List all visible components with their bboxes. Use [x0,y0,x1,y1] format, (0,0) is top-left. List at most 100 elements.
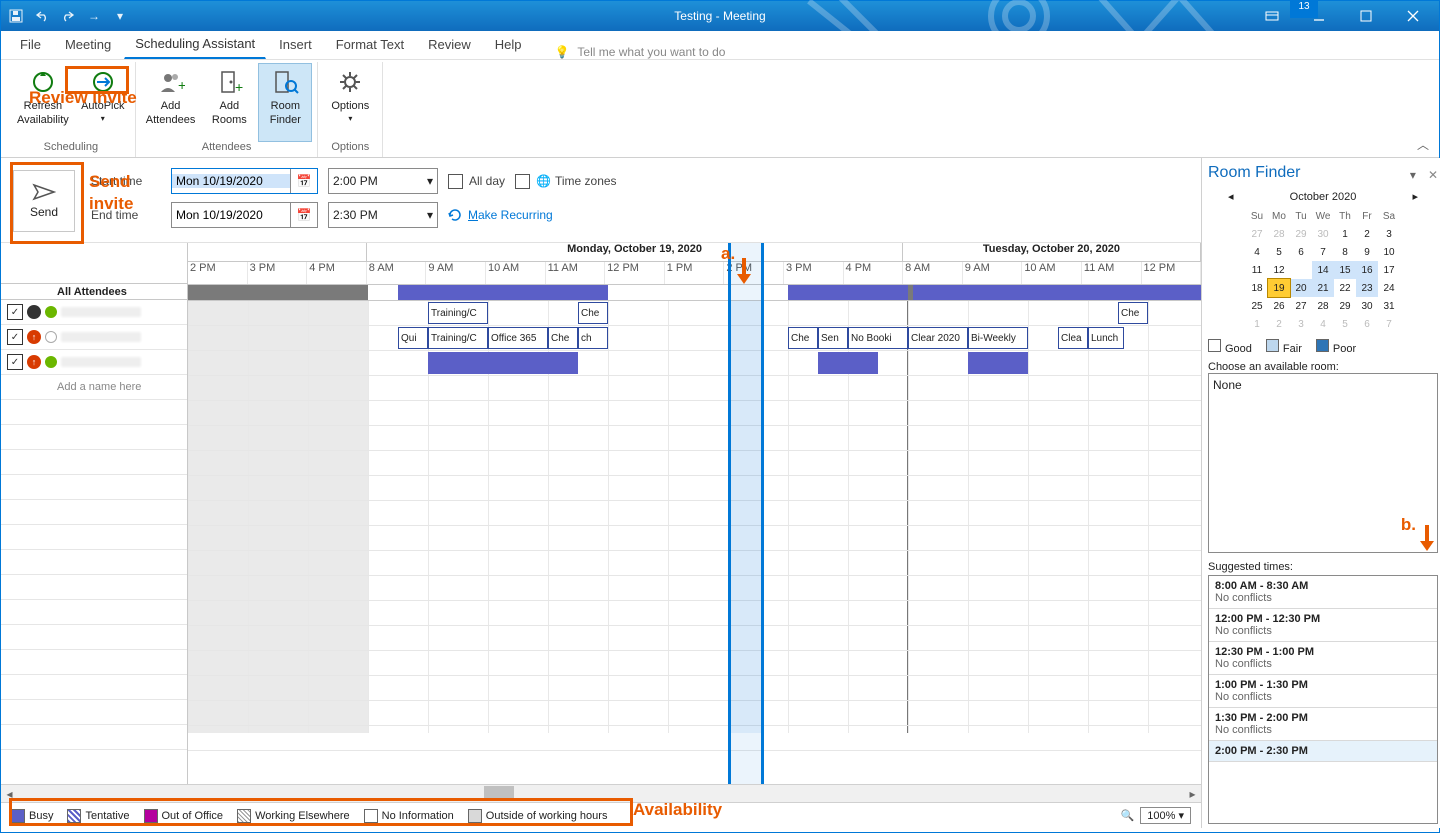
globe-icon: 🌐 [536,174,551,188]
timezones-checkbox[interactable]: 🌐Time zones [515,174,617,189]
ribbon-display-icon[interactable] [1249,1,1294,31]
mini-cal-day[interactable]: 6 [1290,243,1312,261]
tab-review[interactable]: Review [417,32,482,59]
mini-cal-day[interactable]: 16 [1356,261,1378,279]
send-button[interactable]: Send [13,170,75,232]
mini-cal-day[interactable]: 4 [1246,243,1268,261]
mini-cal-day[interactable]: 5 [1268,243,1290,261]
mini-cal-day[interactable]: 19 [1268,279,1290,297]
mini-cal-day[interactable]: 23 [1356,279,1378,297]
mini-cal-day[interactable]: 1 [1246,315,1268,333]
mini-cal-day[interactable]: 5 [1334,315,1356,333]
mini-cal-day[interactable]: 18 [1246,279,1268,297]
add-attendees-button[interactable]: +AddAttendees [142,64,200,141]
tab-format-text[interactable]: Format Text [325,32,415,59]
mini-cal-day[interactable]: 15 [1334,261,1356,279]
tab-file[interactable]: File [9,32,52,59]
close-icon[interactable]: ✕ [1428,168,1438,182]
prev-month-icon[interactable]: ◂ [1228,190,1234,203]
mini-cal-day[interactable]: 7 [1312,243,1334,261]
room-finder-button[interactable]: RoomFinder [258,63,312,142]
ribbon: RefreshAvailabilityAutoPick▾Scheduling+A… [1,60,1439,158]
mini-cal-day[interactable]: 27 [1246,225,1268,243]
tab-help[interactable]: Help [484,32,533,59]
close-button[interactable] [1390,1,1435,31]
mini-cal-day[interactable]: 10 [1378,243,1400,261]
room-list[interactable]: None [1208,373,1438,553]
next-month-icon[interactable]: ▸ [1412,190,1418,203]
scheduling-pane: Send Start time 📅 2:00 PM▾ All day 🌐Time… [1,158,1201,828]
mini-cal-day[interactable]: 1 [1334,225,1356,243]
autopick-button[interactable]: AutoPick▾ [77,64,129,141]
suggested-time[interactable]: 12:00 PM - 12:30 PMNo conflicts [1209,609,1437,642]
mini-cal-day[interactable]: 24 [1378,279,1400,297]
options-button[interactable]: Options▾ [324,64,376,141]
attendee-row[interactable]: ✓ [1,300,187,325]
zoom-select[interactable]: 100% ▾ [1140,807,1191,824]
mini-cal-day[interactable]: 11 [1246,261,1268,279]
availability-grid[interactable]: Monday, October 19, 2020Tuesday, October… [188,243,1201,784]
dropdown-icon[interactable]: ▾ [1410,168,1416,182]
window-title: Testing - Meeting [1,9,1439,23]
calendar-icon[interactable]: 📅 [290,203,317,227]
svg-text:+: + [235,79,243,95]
mini-cal-day[interactable]: 8 [1334,243,1356,261]
allday-checkbox[interactable]: All day [448,174,505,189]
maximize-button[interactable] [1343,1,1388,31]
suggested-time[interactable]: 12:30 PM - 1:00 PMNo conflicts [1209,642,1437,675]
tab-meeting[interactable]: Meeting [54,32,122,59]
choose-room-label: Choose an available room: [1208,361,1438,373]
mini-cal-day[interactable]: 2 [1356,225,1378,243]
make-recurring-link[interactable]: Make Recurring [448,208,553,222]
suggested-time[interactable]: 1:30 PM - 2:00 PMNo conflicts [1209,708,1437,741]
add-attendee-input[interactable]: Add a name here [1,375,187,400]
legend-bar: BusyTentativeOut of OfficeWorking Elsewh… [1,802,1201,828]
mini-cal-day[interactable]: 6 [1356,315,1378,333]
attendee-row[interactable]: ✓↑ [1,350,187,375]
suggested-time[interactable]: 1:00 PM - 1:30 PMNo conflicts [1209,675,1437,708]
mini-cal-day[interactable]: 20 [1290,279,1312,297]
suggested-time[interactable]: 2:00 PM - 2:30 PM [1209,741,1437,762]
mini-cal-day[interactable]: 30 [1312,225,1334,243]
tell-me-input[interactable]: Tell me what you want to do [577,45,725,59]
mini-cal-day[interactable]: 14 [1312,261,1334,279]
mini-cal-day[interactable]: 9 [1356,243,1378,261]
mini-cal-day[interactable]: 28 [1312,297,1334,315]
send-label: Send [30,205,58,219]
suggested-time[interactable]: 8:00 AM - 8:30 AMNo conflicts [1209,576,1437,609]
tab-scheduling-assistant[interactable]: Scheduling Assistant [124,31,266,59]
mini-cal-day[interactable]: 4 [1312,315,1334,333]
horizontal-scrollbar[interactable]: ◂▸ [1,784,1201,802]
mini-cal-day[interactable]: 31 [1378,297,1400,315]
collapse-ribbon-icon[interactable]: ︿ [1413,132,1433,157]
search-icon[interactable]: 🔍 [1121,809,1135,822]
minimize-button[interactable] [1296,1,1341,31]
mini-cal-day[interactable]: 29 [1290,225,1312,243]
mini-cal-day[interactable]: 26 [1268,297,1290,315]
mini-cal-day[interactable]: 27 [1290,297,1312,315]
mini-cal-day[interactable]: 22 [1334,279,1356,297]
mini-cal-day[interactable]: 25 [1246,297,1268,315]
mini-cal-day[interactable]: 3 [1378,225,1400,243]
calendar-icon[interactable]: 📅 [290,169,317,193]
end-date-input[interactable]: 📅 [171,202,318,228]
suggested-times-list[interactable]: 8:00 AM - 8:30 AMNo conflicts12:00 PM - … [1208,575,1438,824]
tab-insert[interactable]: Insert [268,32,323,59]
start-time-select[interactable]: 2:00 PM▾ [328,168,438,194]
mini-cal-day[interactable]: 7 [1378,315,1400,333]
mini-cal-day[interactable]: 28 [1268,225,1290,243]
mini-calendar[interactable]: ◂ October 2020 ▸ SuMoTuWeThFrSa272829301… [1208,188,1438,333]
mini-cal-day[interactable]: 21 [1312,279,1334,297]
start-date-input[interactable]: 📅 [171,168,318,194]
mini-cal-day[interactable]: 30 [1356,297,1378,315]
mini-cal-day[interactable]: 3 [1290,315,1312,333]
mini-cal-day[interactable]: 17 [1378,261,1400,279]
refresh-availability-button[interactable]: RefreshAvailability [13,64,73,141]
mini-cal-day[interactable]: 2 [1268,315,1290,333]
mini-cal-day[interactable]: 29 [1334,297,1356,315]
lightbulb-icon: 💡 [554,45,569,59]
end-time-select[interactable]: 2:30 PM▾ [328,202,438,228]
attendee-row[interactable]: ✓↑ [1,325,187,350]
mini-cal-day[interactable]: 12 [1268,261,1290,279]
add-rooms-button[interactable]: +AddRooms [203,64,255,141]
